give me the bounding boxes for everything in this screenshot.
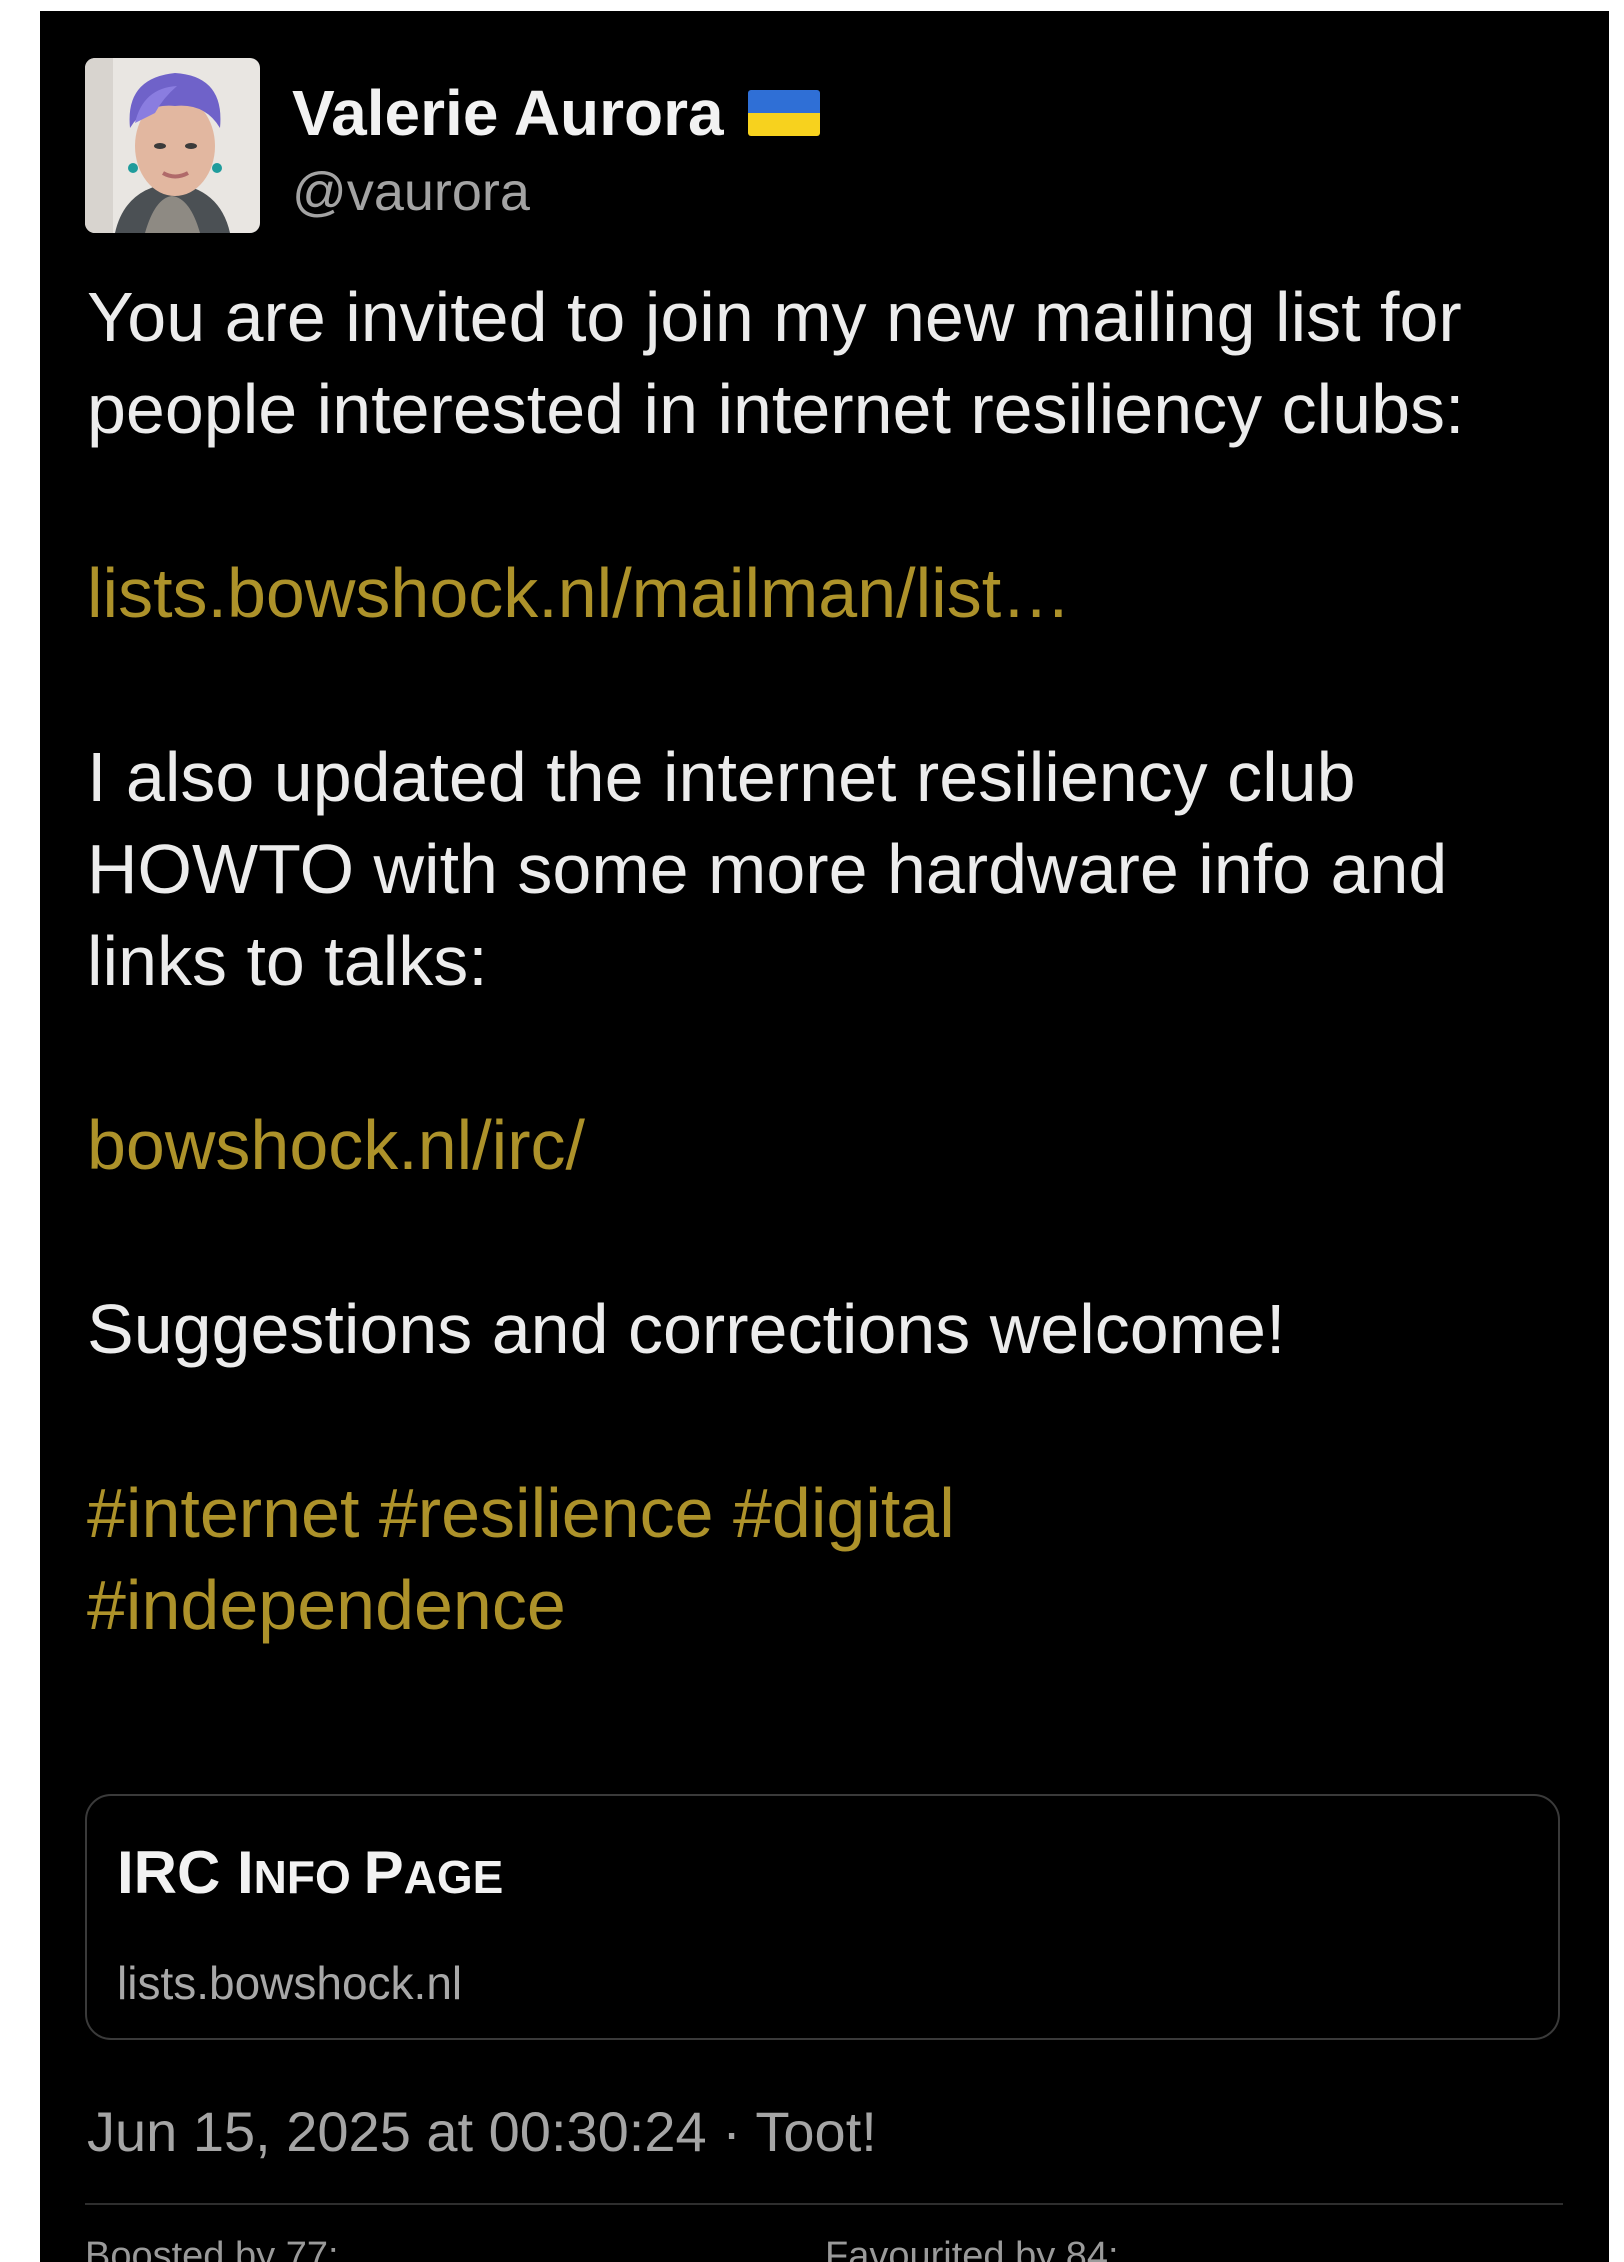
favourited-by-label[interactable]: Favourited by 84: <box>825 2233 1119 2262</box>
post-client: Toot! <box>755 2100 877 2163</box>
hashtag-digital[interactable]: #digital <box>733 1474 955 1552</box>
link-preview-card[interactable]: IRC INFO PAGE lists.bowshock.nl <box>85 1794 1560 2040</box>
author-names: Valerie Aurora @vaurora <box>292 58 820 224</box>
post-header: Valerie Aurora @vaurora <box>85 58 820 233</box>
hashtag-list: #internet #resilience #digital #independ… <box>87 1467 1597 1651</box>
boosted-by-label[interactable]: Boosted by 77: <box>85 2233 339 2262</box>
author-handle[interactable]: @vaurora <box>292 160 820 224</box>
author-display-name[interactable]: Valerie Aurora <box>292 76 820 150</box>
avatar-image <box>85 58 260 233</box>
post-paragraph: You are invited to join my new mailing l… <box>87 278 1465 448</box>
post-paragraph: I also updated the internet resiliency c… <box>87 738 1448 1000</box>
link-preview-title: IRC INFO PAGE <box>117 1839 504 1906</box>
hashtag-independence[interactable]: #independence <box>87 1566 566 1644</box>
howto-link[interactable]: bowshock.nl/irc/ <box>87 1106 585 1184</box>
author-display-name-text: Valerie Aurora <box>292 77 724 149</box>
hashtag-resilience[interactable]: #resilience <box>379 1474 714 1552</box>
mailing-list-link[interactable]: lists.bowshock.nl/mailman/list… <box>87 554 1071 632</box>
post-timestamp[interactable]: Jun 15, 2025 at 00:30:24 <box>87 2100 707 2163</box>
hashtag-internet[interactable]: #internet <box>87 1474 359 1552</box>
post-body: You are invited to join my new mailing l… <box>87 271 1597 1651</box>
ukraine-flag-icon <box>747 90 820 136</box>
link-preview-domain: lists.bowshock.nl <box>117 1957 463 2009</box>
post-paragraph: Suggestions and corrections welcome! <box>87 1290 1286 1368</box>
meta-separator: · <box>706 2100 756 2163</box>
post-card: Valerie Aurora @vaurora You are invited … <box>40 11 1609 2262</box>
divider <box>85 2203 1563 2205</box>
avatar[interactable] <box>85 58 260 233</box>
post-meta: Jun 15, 2025 at 00:30:24 · Toot! <box>87 2099 877 2165</box>
